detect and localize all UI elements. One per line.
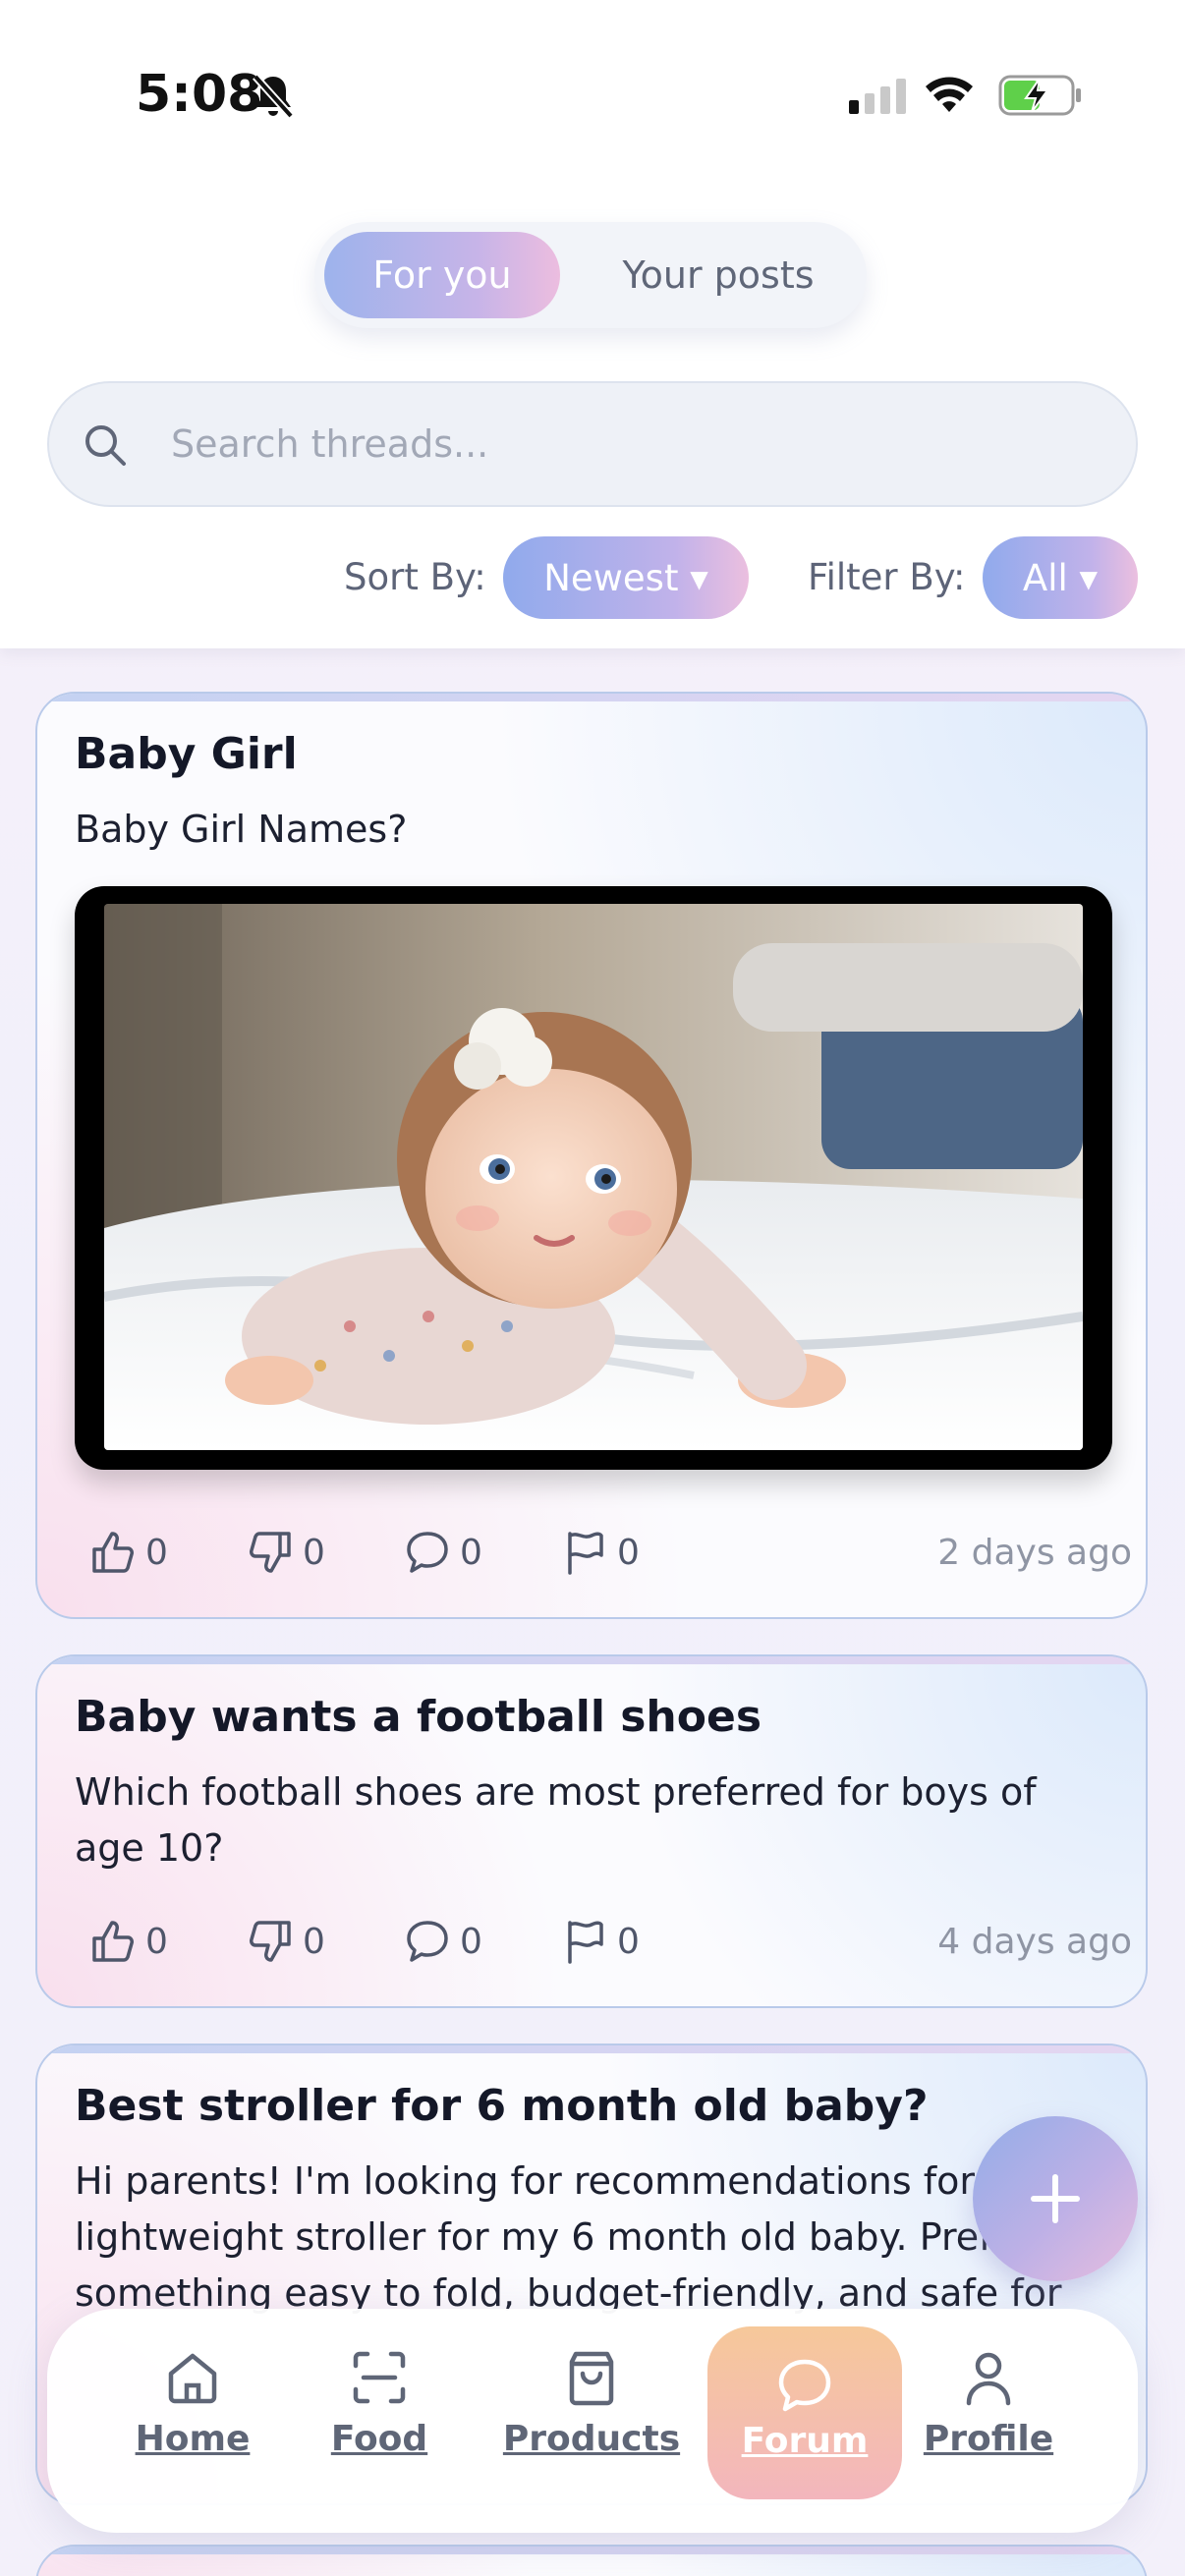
shopping-bag-icon xyxy=(569,2351,614,2406)
nav-products-label: Products xyxy=(502,2419,681,2459)
comment-count: 0 xyxy=(460,1921,482,1962)
flag-count: 0 xyxy=(617,1532,640,1573)
post-actions: 0 0 0 0 4 days ago xyxy=(90,1912,1132,1971)
sort-label: Sort By: xyxy=(344,556,486,598)
home-icon xyxy=(168,2353,217,2404)
nav-profile[interactable]: Profile xyxy=(900,2348,1077,2505)
scan-icon xyxy=(353,2351,406,2404)
like-button[interactable]: 0 xyxy=(90,1523,168,1582)
chat-bubble-icon xyxy=(778,2359,831,2412)
search-icon xyxy=(85,425,126,466)
post-timestamp: 4 days ago xyxy=(937,1922,1132,1962)
filter-dropdown[interactable]: All ▾ xyxy=(983,536,1138,619)
dislike-button[interactable]: 0 xyxy=(248,1523,325,1582)
flag-icon xyxy=(568,1532,603,1575)
nav-food-label: Food xyxy=(330,2419,428,2459)
report-button[interactable]: 0 xyxy=(562,1523,640,1582)
post-card[interactable] xyxy=(35,2545,1148,2576)
search-placeholder: Search threads... xyxy=(171,422,489,466)
post-title: Best stroller for 6 month old baby? xyxy=(75,2081,929,2131)
post-title: Baby Girl xyxy=(75,729,298,779)
report-button[interactable]: 0 xyxy=(562,1912,640,1971)
thumbs-up-icon xyxy=(92,1921,134,1962)
cellular-signal-icon xyxy=(849,79,906,114)
post-card[interactable]: Baby wants a football shoes Which footba… xyxy=(35,1654,1148,2008)
like-count: 0 xyxy=(145,1921,168,1962)
like-button[interactable]: 0 xyxy=(90,1912,168,1971)
nav-profile-label: Profile xyxy=(923,2419,1054,2459)
post-image[interactable] xyxy=(75,886,1112,1470)
feed-tabs: For you Your posts xyxy=(314,222,867,328)
search-input[interactable]: Search threads... xyxy=(47,381,1138,507)
comment-button[interactable]: 0 xyxy=(405,1912,482,1971)
comment-count: 0 xyxy=(460,1532,482,1573)
nav-home[interactable]: Home xyxy=(104,2348,281,2505)
flag-icon xyxy=(568,1921,603,1964)
comment-icon xyxy=(407,1921,448,1962)
status-time: 5:08 xyxy=(136,65,263,124)
tab-for-you[interactable]: For you xyxy=(324,232,560,318)
comment-icon xyxy=(407,1532,448,1573)
header-area: 5:08 For you Your posts Search threads..… xyxy=(0,0,1185,648)
dislike-count: 0 xyxy=(303,1532,325,1573)
nav-food[interactable]: Food xyxy=(291,2348,468,2505)
post-card[interactable]: Baby Girl Baby Girl Names? 0 0 0 0 2 day… xyxy=(35,692,1148,1619)
user-icon xyxy=(966,2352,1011,2406)
plus-icon xyxy=(1031,2174,1080,2223)
flag-count: 0 xyxy=(617,1921,640,1962)
post-body: Hi parents! I'm looking for recommendati… xyxy=(75,2159,1062,2315)
dislike-count: 0 xyxy=(303,1921,325,1962)
post-actions: 0 0 0 0 2 days ago xyxy=(90,1523,1132,1582)
dislike-button[interactable]: 0 xyxy=(248,1912,325,1971)
nav-products[interactable]: Products xyxy=(503,2348,680,2505)
filter-label: Filter By: xyxy=(808,556,966,598)
post-timestamp: 2 days ago xyxy=(937,1533,1132,1573)
bottom-nav: Home Food Products Forum Profile xyxy=(47,2309,1138,2533)
nav-forum[interactable]: Forum xyxy=(707,2326,902,2499)
post-body: Baby Girl Names? xyxy=(75,808,408,851)
post-title: Baby wants a football shoes xyxy=(75,1692,762,1742)
sort-dropdown[interactable]: Newest ▾ xyxy=(503,536,749,619)
like-count: 0 xyxy=(145,1532,168,1573)
bell-muted-icon xyxy=(253,74,294,119)
post-body: Which football shoes are most preferred … xyxy=(75,1770,1037,1870)
battery-charging-icon xyxy=(998,75,1081,116)
nav-home-label: Home xyxy=(135,2419,251,2459)
new-thread-button[interactable] xyxy=(973,2116,1138,2281)
thumbs-down-icon xyxy=(250,1921,291,1962)
thumbs-down-icon xyxy=(250,1532,291,1573)
baby-photo-image xyxy=(104,904,1083,1450)
nav-forum-label: Forum xyxy=(741,2421,869,2461)
wifi-icon xyxy=(926,77,973,112)
comment-button[interactable]: 0 xyxy=(405,1523,482,1582)
thumbs-up-icon xyxy=(92,1532,134,1573)
tab-your-posts[interactable]: Your posts xyxy=(580,232,857,318)
